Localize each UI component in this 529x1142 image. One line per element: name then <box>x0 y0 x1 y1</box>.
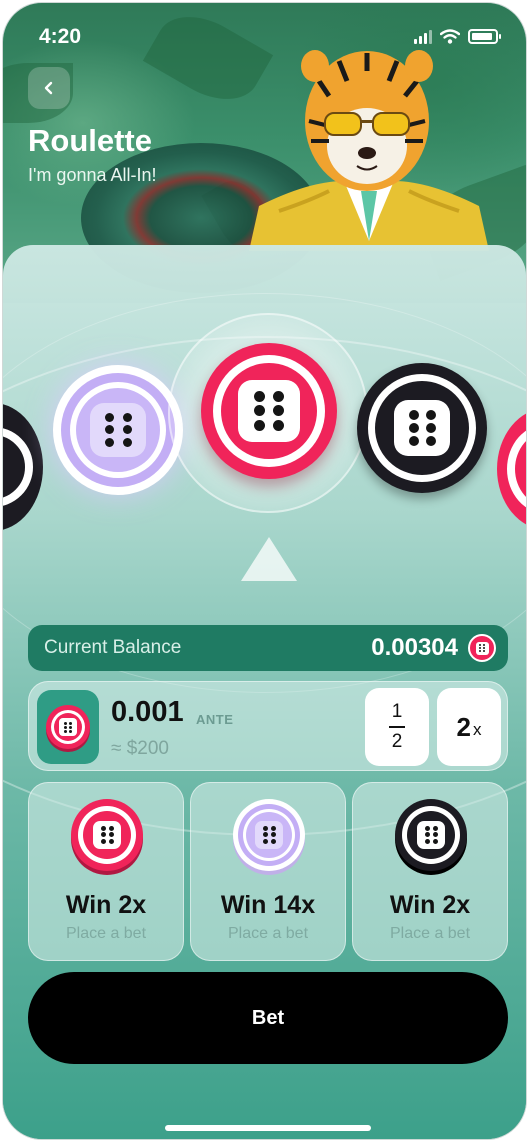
home-indicator[interactable] <box>165 1125 371 1131</box>
status-bar: 4:20 <box>3 3 526 63</box>
option-title: Win 2x <box>389 891 471 919</box>
balance-value: 0.00304 <box>371 634 458 661</box>
option-subtitle: Place a bet <box>65 925 147 942</box>
option-black-win-2x[interactable]: Win 2x Place a bet <box>352 782 508 961</box>
double-value: 2 <box>456 711 471 742</box>
balance-label: Current Balance <box>44 637 182 658</box>
dice-icon <box>238 380 300 442</box>
wifi-icon <box>440 29 460 44</box>
signal-icon <box>414 29 432 44</box>
dice-icon <box>394 400 450 456</box>
chevron-left-icon <box>44 81 53 95</box>
dice-icon <box>90 403 146 457</box>
black-chip[interactable] <box>357 363 487 493</box>
bet-unit: ANTE <box>196 712 234 727</box>
half-numerator: 1 <box>391 701 403 722</box>
option-purple-win-14x[interactable]: Win 14x Place a bet <box>190 782 346 961</box>
red-chip-icon <box>71 799 143 871</box>
back-button[interactable] <box>28 67 70 109</box>
phone-screen: 4:20 Roulette I'm gonna All-In! Current … <box>2 2 527 1140</box>
bet-usd-value: ≈ $200 <box>111 738 169 759</box>
option-title: Win 14x <box>220 891 316 919</box>
fraction-line <box>389 726 405 728</box>
balance-bar: Current Balance 0.00304 <box>28 625 508 671</box>
selection-pointer-icon <box>241 537 297 581</box>
page-subtitle: I'm gonna All-In! <box>28 165 157 185</box>
bet-amount-input[interactable]: 0.001 <box>111 696 184 729</box>
status-time: 4:20 <box>39 25 82 48</box>
page-title: Roulette <box>28 123 152 158</box>
black-chip-icon <box>395 799 467 871</box>
option-title: Win 2x <box>65 891 147 919</box>
purple-chip[interactable] <box>53 365 183 495</box>
bet-button[interactable]: Bet <box>28 972 508 1064</box>
battery-icon <box>468 29 501 44</box>
bet-coin-box <box>37 690 99 764</box>
tiger-mascot-image <box>249 50 489 251</box>
option-subtitle: Place a bet <box>227 925 309 942</box>
bet-amount-row: 0.001 ANTE ≈ $200 1 2 2x <box>28 681 508 771</box>
half-denominator: 2 <box>391 731 403 752</box>
option-red-win-2x[interactable]: Win 2x Place a bet <box>28 782 184 961</box>
option-subtitle: Place a bet <box>389 925 471 942</box>
status-icons <box>414 29 501 44</box>
double-bet-button[interactable]: 2x <box>437 688 501 766</box>
purple-chip-icon <box>233 799 305 871</box>
coin-icon <box>46 705 90 749</box>
red-chip-selected[interactable] <box>201 343 337 479</box>
coin-icon <box>468 634 496 662</box>
half-bet-button[interactable]: 1 2 <box>365 688 429 766</box>
double-suffix: x <box>472 720 482 739</box>
